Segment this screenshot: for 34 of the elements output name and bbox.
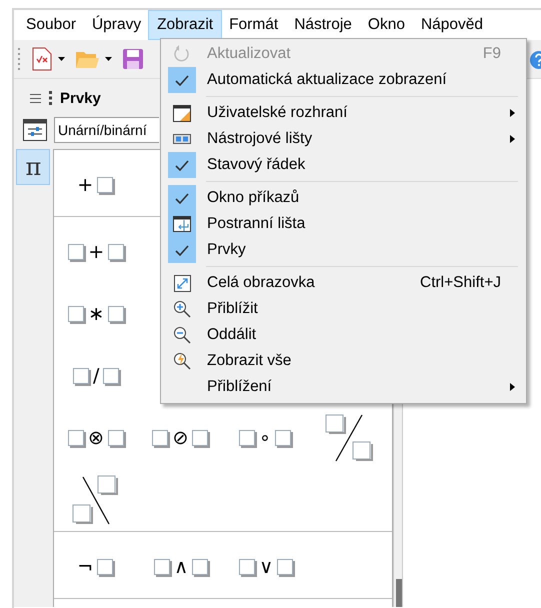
menu-entry[interactable]: Prvky [161, 237, 526, 263]
menu-entry[interactable]: Automatická aktualizace zobrazení [161, 67, 526, 93]
panel-title: Prvky [60, 90, 101, 106]
formula-element-button[interactable]: ¬ [77, 556, 116, 578]
shortcut-label: F9 [482, 45, 501, 63]
menu-entry[interactable]: Uživatelské rozhraní [161, 100, 526, 126]
formula-element-button[interactable]: / [71, 365, 122, 387]
category-tab[interactable]: π [16, 149, 50, 185]
menu-item[interactable]: Nástroje [285, 10, 361, 40]
menu-item[interactable]: Soubor [17, 10, 85, 40]
menu-entry[interactable]: Přiblížení [161, 374, 526, 400]
formula-element-button[interactable]: ⊗ [66, 427, 126, 449]
shortcut-label: Ctrl+Shift+J [420, 274, 501, 292]
menu-item[interactable]: Nápověd [412, 10, 492, 40]
formula-element-button[interactable]: ⊘ [150, 427, 210, 449]
menu-entry[interactable]: Celá obrazovka Ctrl+Shift+J [161, 270, 526, 296]
category-dropdown[interactable]: Unární/binární [54, 117, 159, 143]
menu-entry[interactable]: Přiblížit [161, 296, 526, 322]
menu-entry[interactable]: Oddálit [161, 322, 526, 348]
menu-entry[interactable]: Okno příkazů [161, 185, 526, 211]
formula-element-button[interactable]: ∗ [66, 303, 126, 325]
menu-entry[interactable]: Nástrojové lišty [161, 126, 526, 152]
formula-element-button[interactable]: + [77, 174, 116, 196]
menu-entry[interactable]: Postranní lišta [161, 211, 526, 237]
formula-element-button[interactable]: + [66, 241, 126, 263]
formula-element-button[interactable]: ∧ [152, 556, 210, 578]
menu-entry[interactable]: Zobrazit vše [161, 348, 526, 374]
formula-element-button[interactable]: ∨ [237, 556, 296, 578]
formula-element-button[interactable]: ∘ [237, 427, 293, 449]
menu-entry[interactable]: Stavový řádek [161, 152, 526, 178]
menu-item[interactable]: Okno [358, 10, 414, 40]
menu-item[interactable]: Úpravy [82, 10, 150, 40]
menu-item[interactable]: Formát [220, 10, 288, 40]
menu-item[interactable]: Zobrazit [148, 10, 222, 40]
